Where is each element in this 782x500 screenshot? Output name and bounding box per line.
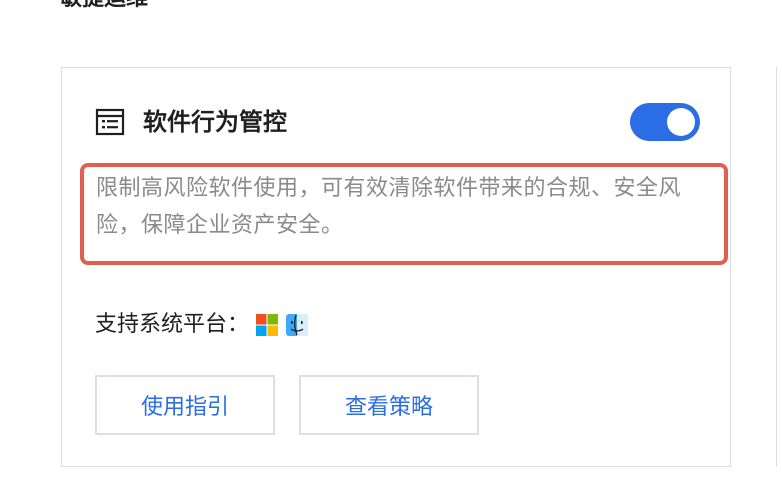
windows-icon [255, 313, 279, 337]
toggle-knob [667, 108, 695, 136]
page: 敏捷运维 软件行为管控 限制高风险软件使用，可有效清除软件带来的合规、安全风险，… [0, 0, 782, 500]
usage-guide-button[interactable]: 使用指引 [95, 375, 275, 435]
platform-row: 支持系统平台： [95, 310, 309, 340]
section-title: 敏捷运维 [60, 0, 148, 14]
list-document-icon [95, 107, 125, 137]
view-policy-button[interactable]: 查看策略 [299, 375, 479, 435]
action-buttons: 使用指引 查看策略 [95, 375, 479, 435]
platform-label: 支持系统平台： [95, 312, 250, 337]
macos-finder-icon [285, 313, 309, 337]
software-control-card: 软件行为管控 限制高风险软件使用，可有效清除软件带来的合规、安全风险，保障企业资… [61, 67, 731, 467]
next-card-edge [776, 67, 782, 467]
card-header: 软件行为管控 [95, 106, 287, 138]
card-title: 软件行为管控 [143, 108, 287, 136]
card-description: 限制高风险软件使用，可有效清除软件带来的合规、安全风险，保障企业资产安全。 [96, 176, 682, 238]
enable-toggle[interactable] [630, 103, 700, 141]
